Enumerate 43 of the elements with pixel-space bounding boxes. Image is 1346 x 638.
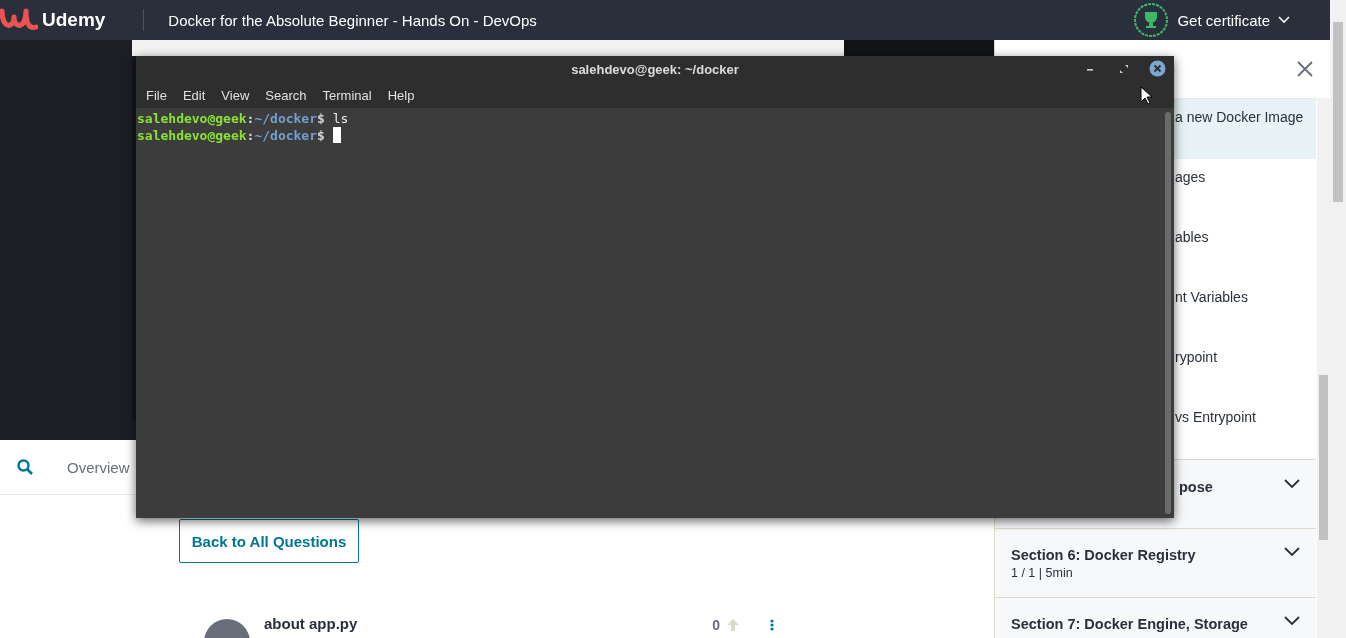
chevron-down-icon xyxy=(1278,16,1290,24)
chevron-down-icon xyxy=(1284,616,1300,626)
close-button[interactable] xyxy=(1149,60,1166,77)
text-cursor xyxy=(332,127,341,143)
section-header[interactable]: Section 6: Docker Registry 1 / 1 | 5min xyxy=(995,528,1316,597)
scrollbar[interactable] xyxy=(1317,98,1330,638)
search-icon[interactable] xyxy=(17,459,33,475)
lecture-item[interactable]: ables xyxy=(1173,219,1316,279)
section-header[interactable]: Section 7: Docker Engine, Storage xyxy=(995,597,1316,638)
menu-item[interactable]: Terminal xyxy=(314,87,380,103)
section-meta: 1 / 1 | 5min xyxy=(1011,566,1074,580)
section-title: pose xyxy=(1179,479,1213,495)
terminal-line: salehdevo@geek:~/docker$ xyxy=(137,127,1174,144)
lecture-item[interactable]: a new Docker Image xyxy=(1173,99,1316,159)
course-title: Docker for the Absolute Beginner - Hands On - DevOps xyxy=(168,11,537,29)
window-title: salehdevo@geek: ~/docker xyxy=(571,61,739,77)
chevron-down-icon xyxy=(1284,479,1300,489)
scrollbar[interactable] xyxy=(1165,112,1171,514)
back-button[interactable]: Back to All Questions xyxy=(179,519,359,563)
question-title[interactable]: about app.py xyxy=(264,615,358,632)
chevron-down-icon xyxy=(1284,547,1300,557)
lecture-item[interactable]: ages xyxy=(1173,159,1316,219)
menu-item[interactable]: Help xyxy=(379,87,423,103)
trophy-icon xyxy=(1133,2,1170,38)
menu-item[interactable]: Edit xyxy=(174,87,214,103)
page-scrollbar[interactable] xyxy=(1330,0,1346,638)
mouse-pointer-icon xyxy=(1140,86,1152,105)
menu-item[interactable]: View xyxy=(213,87,258,103)
logo-icon xyxy=(0,7,38,33)
certificate-button[interactable]: Get certificate xyxy=(1133,0,1290,40)
lecture-item[interactable]: rypoint xyxy=(1173,339,1316,399)
lecture-item[interactable]: nt Variables xyxy=(1173,279,1316,339)
lecture-item[interactable]: vs Entrypoint xyxy=(1173,399,1316,459)
vote-count: 0 xyxy=(712,617,720,633)
menu-item[interactable]: File xyxy=(138,87,175,103)
tab[interactable]: Overview xyxy=(67,458,130,476)
terminal-line: salehdevo@geek:~/docker$ ls xyxy=(137,110,350,127)
section-title: Section 6: Docker Registry xyxy=(1011,547,1196,563)
brand-name[interactable]: Udemy xyxy=(42,9,106,31)
close-button[interactable] xyxy=(1297,61,1313,77)
menu-item[interactable]: Search xyxy=(257,87,315,103)
section-title: Section 7: Docker Engine, Storage xyxy=(1011,616,1248,632)
more-icon[interactable] xyxy=(770,619,774,631)
